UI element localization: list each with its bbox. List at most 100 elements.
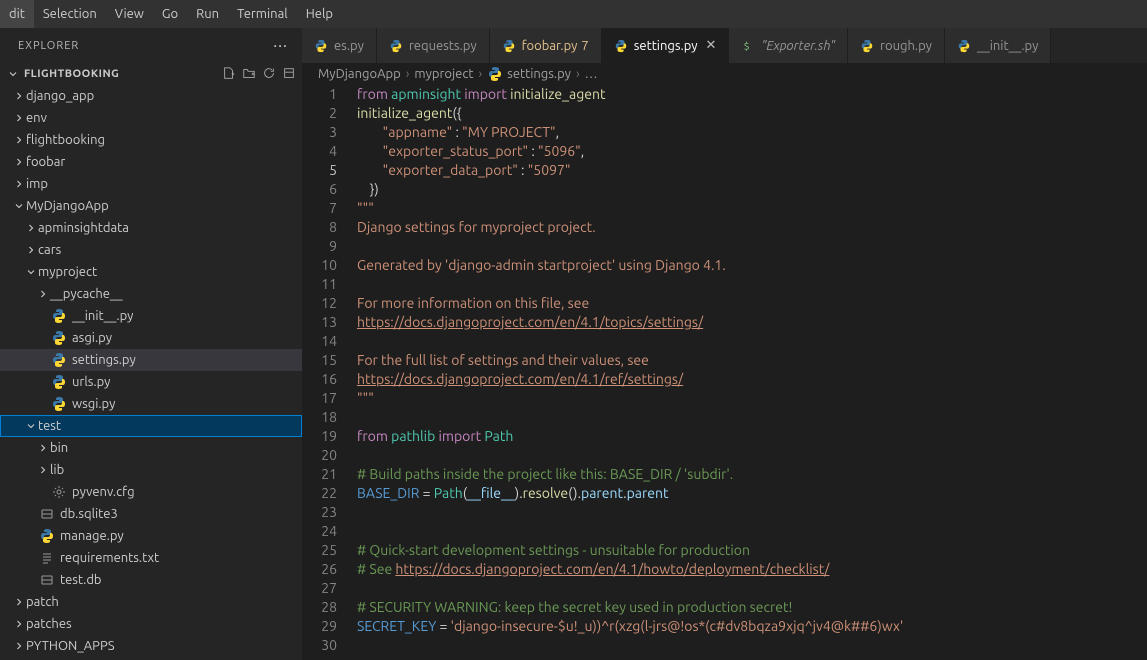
editor-area: es.pyrequests.pyfoobar.py7settings.py✕$"… (302, 28, 1147, 660)
tab--exporter-sh-[interactable]: $"Exporter.sh" (729, 28, 848, 63)
py-icon (50, 308, 68, 324)
menu-selection[interactable]: Selection (34, 0, 106, 28)
file-db-sqlite3[interactable]: db.sqlite3 (0, 503, 302, 525)
crumb-1[interactable]: myproject (414, 67, 473, 81)
chevron-icon (36, 442, 50, 454)
file-requirements-txt[interactable]: requirements.txt (0, 547, 302, 569)
tab---init---py[interactable]: __init__.py (945, 28, 1051, 63)
tree-label: patch (26, 595, 59, 609)
folder-foobar[interactable]: foobar (0, 151, 302, 173)
chevron-icon (12, 618, 26, 630)
folder-test[interactable]: test (0, 415, 302, 437)
tab-requests-py[interactable]: requests.py (377, 28, 490, 63)
tab-es-py[interactable]: es.py (302, 28, 377, 63)
folder-env[interactable]: env (0, 107, 302, 129)
chevron-icon (12, 178, 26, 190)
file-asgi-py[interactable]: asgi.py (0, 327, 302, 349)
code-lines[interactable]: from apminsight import initialize_agenti… (357, 85, 1147, 660)
crumb-0[interactable]: MyDjangoApp (318, 67, 401, 81)
close-icon[interactable]: ✕ (706, 38, 717, 53)
folder-flightbooking[interactable]: flightbooking (0, 129, 302, 151)
py-icon (50, 374, 68, 390)
tab-label: es.py (334, 39, 364, 53)
folder-patch[interactable]: patch (0, 591, 302, 613)
file-wsgi-py[interactable]: wsgi.py (0, 393, 302, 415)
tree-label: test.db (60, 573, 102, 587)
tree-label: settings.py (72, 353, 136, 367)
tree-label: cars (38, 243, 61, 257)
tree-label: test (38, 419, 61, 433)
txt-icon (38, 550, 56, 566)
folder-django-app[interactable]: django_app (0, 85, 302, 107)
file-settings-py[interactable]: settings.py (0, 349, 302, 371)
project-name: FLIGHTBOOKING (24, 68, 119, 80)
py-icon (614, 39, 628, 53)
tab-settings-py[interactable]: settings.py ✕ (602, 28, 730, 63)
crumb-3[interactable]: … (585, 67, 598, 81)
tab-label: __init__.py (977, 39, 1038, 53)
tree-label: django_app (26, 89, 94, 103)
folder-lib[interactable]: lib (0, 459, 302, 481)
collapse-icon[interactable] (282, 66, 296, 83)
tree-label: imp (26, 177, 48, 191)
menu-view[interactable]: View (106, 0, 153, 28)
tab-foobar-py[interactable]: foobar.py7 (490, 28, 602, 63)
tree-label: manage.py (60, 529, 124, 543)
chevron-icon (36, 288, 50, 300)
tab-label: settings.py (634, 39, 698, 53)
code-editor[interactable]: 1234567891011121314151617181920212223242… (302, 85, 1147, 660)
chevron-icon (24, 222, 38, 234)
menu-help[interactable]: Help (297, 0, 342, 28)
tab-rough-py[interactable]: rough.py (848, 28, 945, 63)
file-pyvenv-cfg[interactable]: pyvenv.cfg (0, 481, 302, 503)
file-manage-py[interactable]: manage.py (0, 525, 302, 547)
folder-myproject[interactable]: myproject (0, 261, 302, 283)
tree-label: PYTHON_APPS (26, 639, 115, 653)
tab-modified-badge: 7 (581, 39, 588, 53)
py-icon (50, 352, 68, 368)
chevron-icon (12, 156, 26, 168)
tree-label: asgi.py (72, 331, 112, 345)
tree-label: apminsightdata (38, 221, 129, 235)
crumb-2[interactable]: settings.py (507, 67, 571, 81)
menu-run[interactable]: Run (187, 0, 228, 28)
folder-imp[interactable]: imp (0, 173, 302, 195)
tree-label: __pycache__ (50, 287, 123, 301)
tree-label: db.sqlite3 (60, 507, 118, 521)
new-file-icon[interactable] (222, 66, 236, 83)
cfg-icon (50, 484, 68, 500)
py-icon (860, 39, 874, 53)
file-urls-py[interactable]: urls.py (0, 371, 302, 393)
chevron-icon (12, 596, 26, 608)
py-icon (314, 39, 328, 53)
new-folder-icon[interactable] (242, 66, 256, 83)
folder-patches[interactable]: patches (0, 613, 302, 635)
file-tree: django_appenvflightbookingfoobar imp MyDja… (0, 85, 302, 660)
folder-apminsightdata[interactable]: apminsightdata (0, 217, 302, 239)
explorer-header: EXPLORER ··· (0, 28, 302, 63)
menu-go[interactable]: Go (153, 0, 187, 28)
explorer-more-icon[interactable]: ··· (273, 37, 288, 55)
folder---pycache--[interactable]: __pycache__ (0, 283, 302, 305)
tree-label: __init__.py (72, 309, 133, 323)
py-icon (502, 39, 516, 53)
tab-label: foobar.py (522, 39, 578, 53)
folder-mydjangoapp[interactable]: MyDjangoApp (0, 195, 302, 217)
folder-python-apps[interactable]: PYTHON_APPS (0, 635, 302, 657)
project-header[interactable]: FLIGHTBOOKING (0, 63, 302, 85)
breadcrumb[interactable]: MyDjangoApp›myproject›settings.py›… (302, 63, 1147, 85)
file-test-db[interactable]: test.db (0, 569, 302, 591)
chevron-right-icon: › (479, 67, 483, 81)
tree-label: lib (50, 463, 64, 477)
tab-label: "Exporter.sh" (761, 39, 835, 53)
folder-cars[interactable]: cars (0, 239, 302, 261)
menu-dit[interactable]: dit (0, 0, 34, 28)
chevron-icon (12, 134, 26, 146)
chevron-down-icon (6, 68, 20, 80)
menu-terminal[interactable]: Terminal (228, 0, 297, 28)
refresh-icon[interactable] (262, 66, 276, 83)
menubar: ditSelectionViewGoRunTerminalHelp (0, 0, 1147, 28)
tab-bar: es.pyrequests.pyfoobar.py7settings.py✕$"… (302, 28, 1147, 63)
file---init---py[interactable]: __init__.py (0, 305, 302, 327)
folder-bin[interactable]: bin (0, 437, 302, 459)
